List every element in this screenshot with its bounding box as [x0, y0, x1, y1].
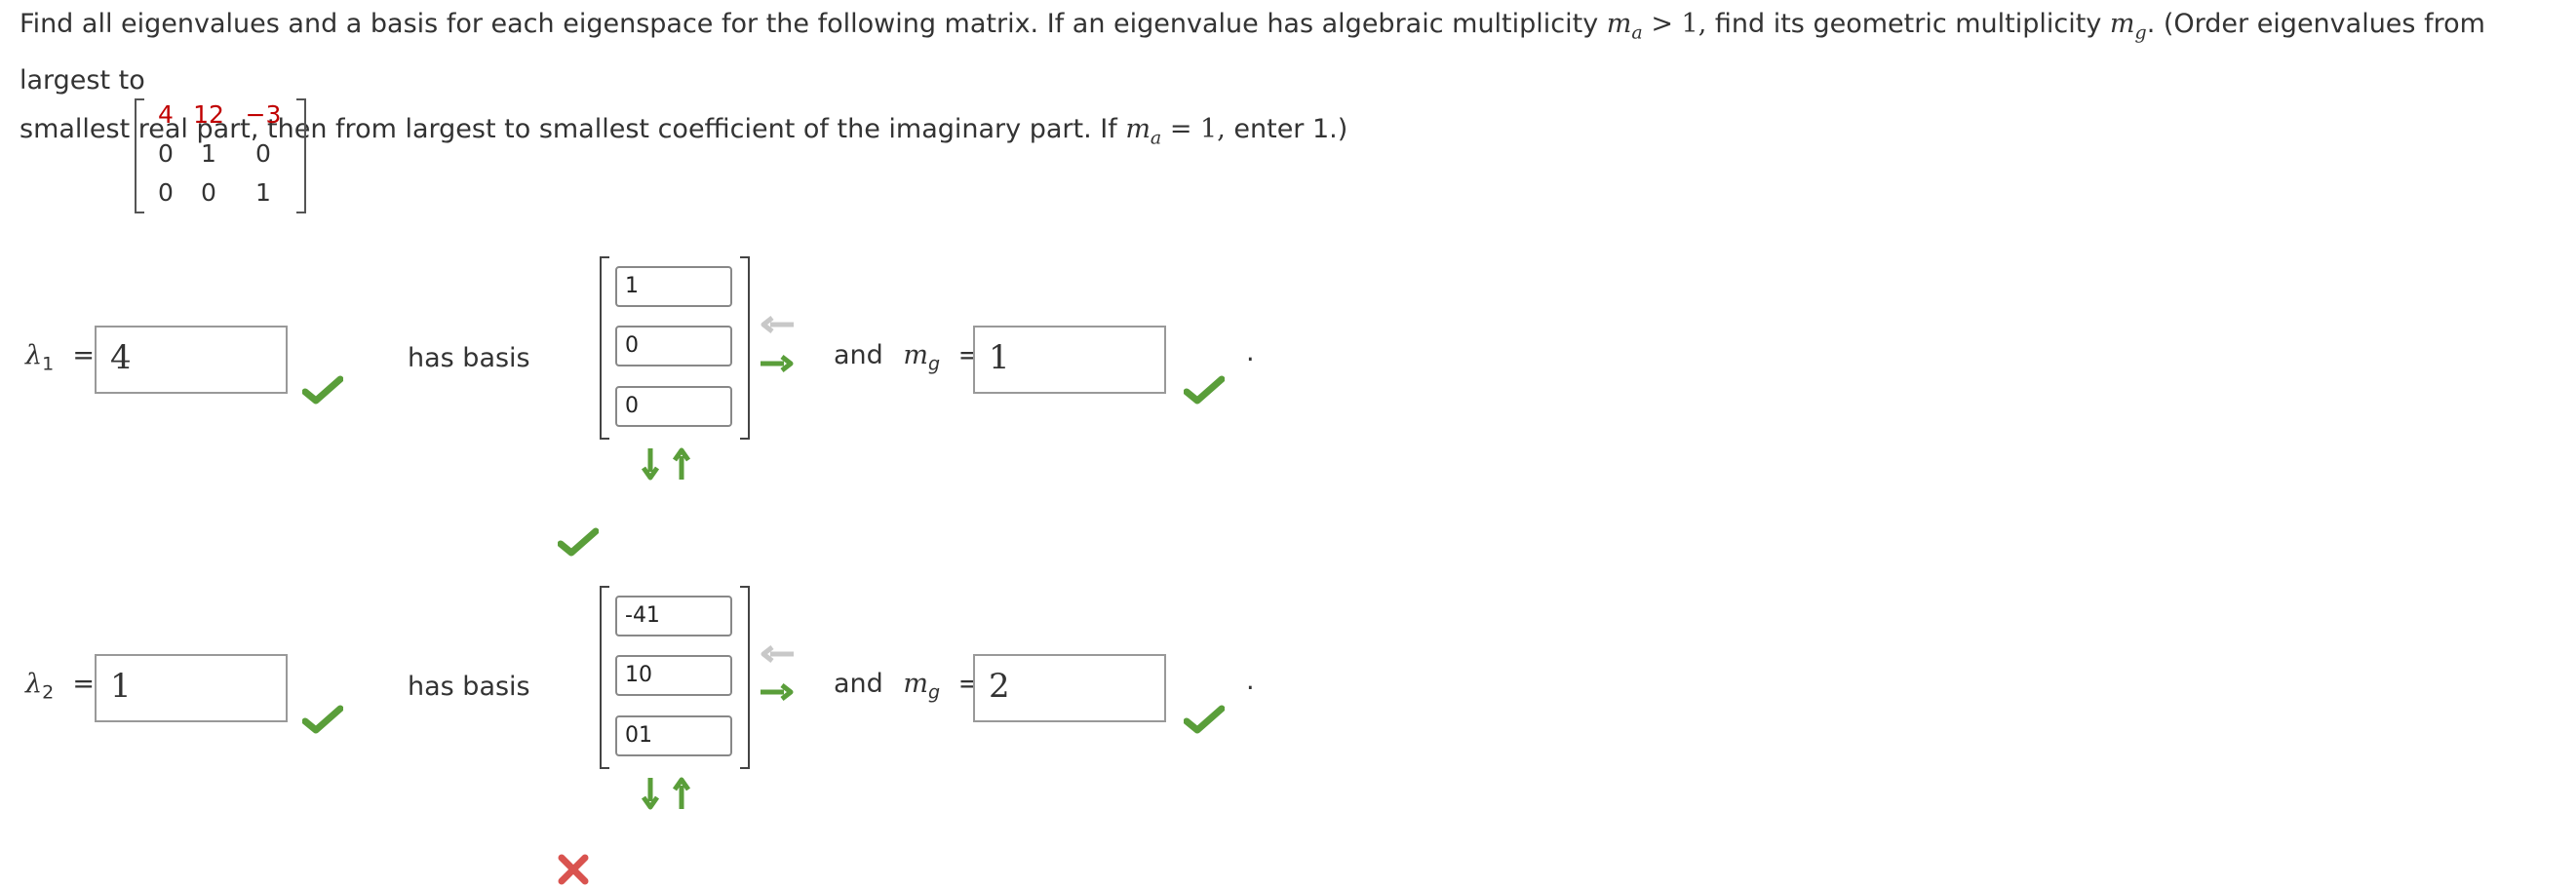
mg-2-label: and mg = — [834, 669, 980, 703]
basis-2-entry-2[interactable]: 10 — [615, 655, 732, 696]
basis-2-entry-3[interactable]: 01 — [615, 715, 732, 756]
matrix-cell: 0 — [158, 178, 174, 207]
basis-1-matrix: 1 0 0 — [600, 256, 750, 440]
right-bracket — [740, 586, 750, 769]
prompt-text: Find all eigenvalues and a basis for eac… — [20, 9, 1599, 39]
matrix-cell: 4 — [158, 100, 174, 129]
arrow-left-icon[interactable] — [759, 644, 796, 664]
mg-1-label: and mg = — [834, 340, 980, 374]
left-bracket — [600, 586, 609, 769]
ma-condition: > 1, — [1642, 9, 1715, 39]
basis-2-matrix: -41 10 01 — [600, 586, 750, 769]
check-icon — [302, 705, 343, 734]
left-bracket — [600, 256, 609, 440]
prompt-text: enter 1.) — [1233, 114, 1348, 145]
lambda-2-input[interactable]: 1 — [95, 654, 288, 722]
check-icon — [1184, 375, 1225, 405]
arrow-up-icon[interactable] — [671, 776, 692, 811]
check-icon — [1184, 705, 1225, 734]
mg-index: g — [928, 353, 941, 375]
lambda-index: 1 — [42, 353, 55, 375]
given-matrix: 4 12 −3 0 1 0 0 0 1 — [135, 98, 306, 213]
problem-prompt: Find all eigenvalues and a basis for eac… — [20, 0, 2564, 163]
ma-symbol: m — [1606, 9, 1632, 39]
lambda-symbol: λ — [25, 340, 43, 370]
equals-sign: = — [72, 340, 95, 370]
prompt-text: find its geometric multiplicity — [1714, 9, 2102, 39]
period: . — [1246, 337, 1255, 367]
x-icon — [558, 854, 589, 885]
and-text: and — [834, 669, 883, 699]
has-basis-label: has basis — [408, 672, 530, 702]
and-text: and — [834, 340, 883, 370]
matrix-cell: 1 — [255, 178, 271, 207]
basis-1-entry-1[interactable]: 1 — [615, 266, 732, 307]
mg-1-input[interactable]: 1 — [973, 326, 1166, 394]
lambda-1-input[interactable]: 4 — [95, 326, 288, 394]
matrix-cell: 1 — [201, 139, 216, 168]
equals-sign: = — [72, 669, 95, 699]
matrix-cell: −3 — [245, 100, 282, 129]
matrix-cell: 12 — [193, 100, 224, 129]
ma-subscript: a — [1150, 127, 1162, 149]
mg-symbol: m — [903, 669, 928, 699]
ma-subscript: a — [1631, 21, 1643, 44]
arrow-down-icon[interactable] — [640, 446, 661, 482]
prompt-line-1: Find all eigenvalues and a basis for eac… — [20, 0, 2564, 105]
arrow-up-icon[interactable] — [671, 446, 692, 482]
basis-1-entry-2[interactable]: 0 — [615, 326, 732, 366]
arrow-down-icon[interactable] — [640, 776, 661, 811]
arrow-right-icon[interactable] — [759, 354, 796, 373]
period: . — [1246, 666, 1255, 696]
mg-2-input[interactable]: 2 — [973, 654, 1166, 722]
arrow-right-icon[interactable] — [759, 682, 796, 702]
basis-1-entry-3[interactable]: 0 — [615, 386, 732, 427]
mg-subscript: g — [2134, 21, 2147, 44]
matrix-cell: 0 — [255, 139, 271, 168]
matrix-cell: 0 — [201, 178, 216, 207]
prompt-line-2: smallest real part, then from largest to… — [20, 105, 2564, 162]
ma-symbol: m — [1125, 114, 1151, 145]
check-icon — [302, 375, 343, 405]
mg-symbol: m — [2109, 9, 2135, 39]
lambda-2-label: λ2 = — [25, 669, 95, 703]
basis-2-entry-1[interactable]: -41 — [615, 596, 732, 636]
has-basis-label: has basis — [408, 343, 530, 373]
right-bracket — [740, 256, 750, 440]
arrow-left-icon[interactable] — [759, 315, 796, 334]
mg-index: g — [928, 681, 941, 704]
lambda-1-label: λ1 = — [25, 340, 95, 374]
mg-symbol: m — [903, 340, 928, 370]
ma-condition: = 1, — [1161, 114, 1234, 145]
lambda-index: 2 — [42, 681, 55, 704]
lambda-symbol: λ — [25, 669, 43, 699]
check-icon — [558, 527, 599, 557]
matrix-cell: 0 — [158, 139, 174, 168]
right-bracket — [296, 98, 306, 213]
